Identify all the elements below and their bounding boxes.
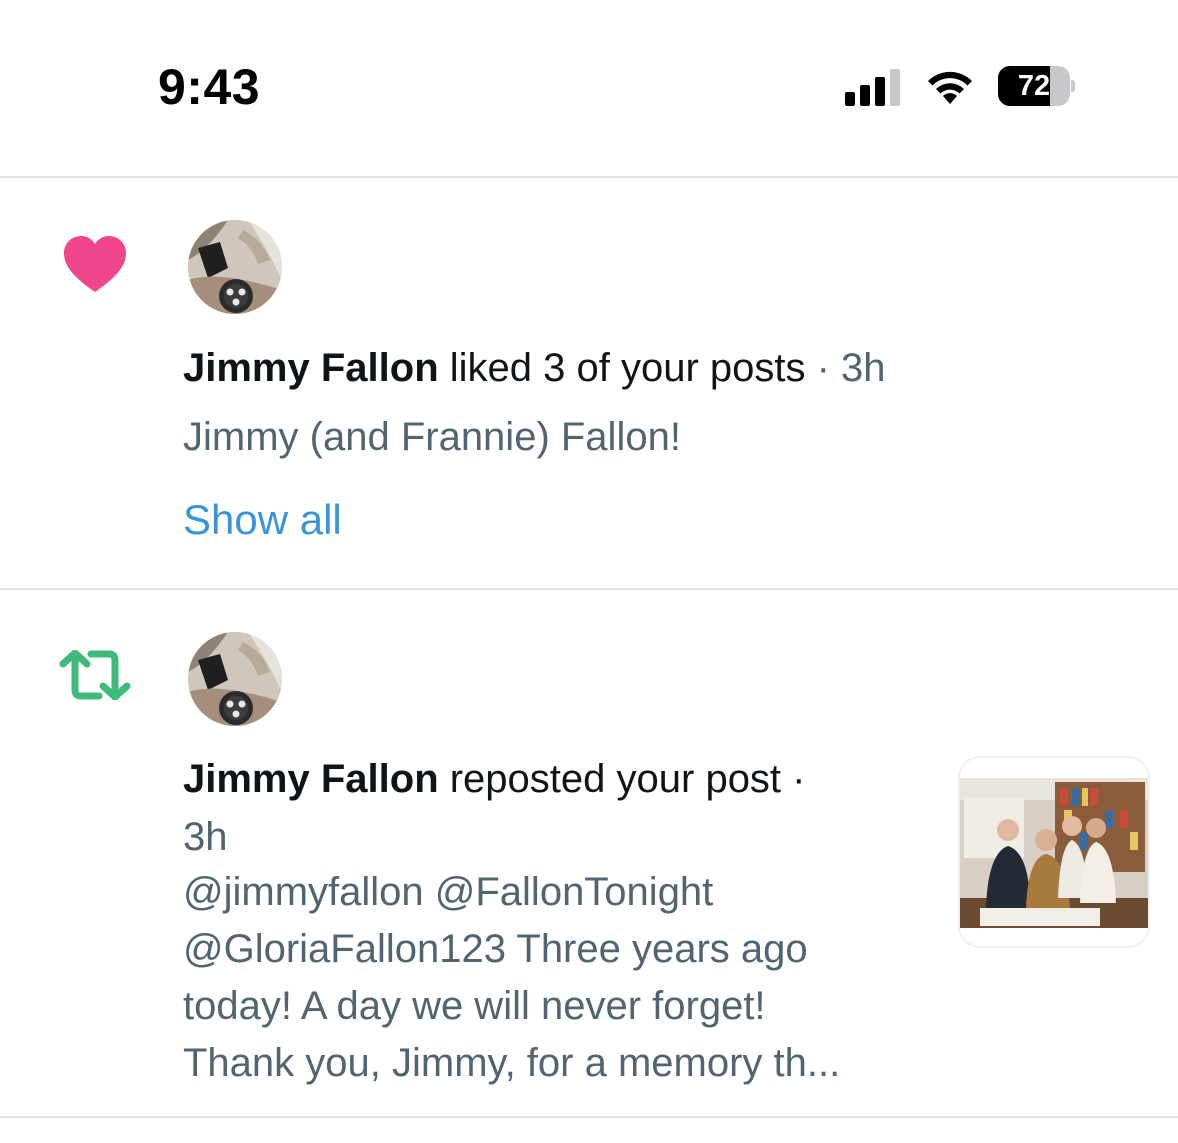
avatar-photo xyxy=(188,632,282,726)
snippet-line: @jimmyfallon @FallonTonight xyxy=(183,870,714,914)
status-bar: 9:43 72 xyxy=(0,0,1178,176)
status-time: 9:43 xyxy=(158,59,261,115)
notification-like[interactable]: Jimmy Fallon liked 3 of your posts · 3h … xyxy=(0,178,1178,588)
divider xyxy=(0,1116,1178,1118)
signal-bar xyxy=(860,85,870,106)
repost-icon xyxy=(59,650,131,700)
post-media-thumbnail[interactable] xyxy=(958,756,1150,948)
notifications-screen: 9:43 72 Jimmy Fallon liked 3 of your pos… xyxy=(0,0,1178,1143)
notification-time: 3h xyxy=(183,815,228,859)
signal-bar xyxy=(845,92,855,106)
signal-bar xyxy=(875,77,885,106)
notification-headline: Jimmy Fallon reposted your post · 3h xyxy=(183,750,903,866)
notification-action: reposted your post · xyxy=(438,757,806,801)
avatar[interactable] xyxy=(188,632,282,726)
post-snippet: Jimmy (and Frannie) Fallon! xyxy=(183,415,681,459)
cellular-signal-icon xyxy=(845,68,905,106)
wifi-icon xyxy=(928,71,972,104)
battery-body: 72 xyxy=(998,66,1070,106)
notification-time: · 3h xyxy=(805,346,886,390)
avatar[interactable] xyxy=(188,220,282,314)
user-name[interactable]: Jimmy Fallon xyxy=(183,346,439,390)
battery-icon: 72 xyxy=(998,66,1075,106)
post-snippet: @jimmyfallon @FallonTonight @GloriaFallo… xyxy=(183,864,943,1092)
avatar-photo xyxy=(188,220,282,314)
battery-percent: 72 xyxy=(1017,70,1051,102)
notification-action: liked 3 of your posts xyxy=(438,346,806,390)
snippet-line: @GloriaFallon123 Three years ago xyxy=(183,927,808,971)
bookstore-photo xyxy=(960,758,1148,946)
show-all-link[interactable]: Show all xyxy=(183,496,342,544)
snippet-line: today! A day we will never forget! xyxy=(183,984,766,1028)
heart-icon xyxy=(64,236,126,292)
notification-headline: Jimmy Fallon liked 3 of your posts · 3h xyxy=(183,339,1083,397)
battery-nub xyxy=(1071,80,1075,92)
signal-bar xyxy=(890,69,900,106)
user-name[interactable]: Jimmy Fallon xyxy=(183,757,439,801)
snippet-line: Thank you, Jimmy, for a memory th... xyxy=(183,1041,841,1085)
